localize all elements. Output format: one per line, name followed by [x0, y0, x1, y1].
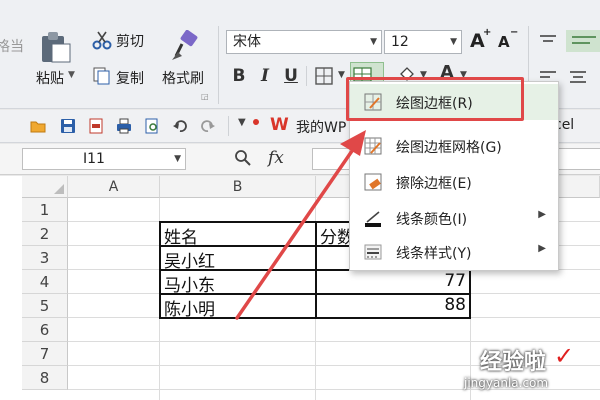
annotation-arrow-overlay — [235, 130, 366, 320]
checkmark-icon: ✓ — [554, 342, 575, 370]
watermark-url: jingyanla.com — [464, 376, 549, 390]
watermark-text: 经验啦 — [480, 350, 547, 375]
watermark: 经验啦 ✓ jingyanla.com — [462, 342, 596, 398]
annotation-arrow-line — [235, 146, 356, 320]
